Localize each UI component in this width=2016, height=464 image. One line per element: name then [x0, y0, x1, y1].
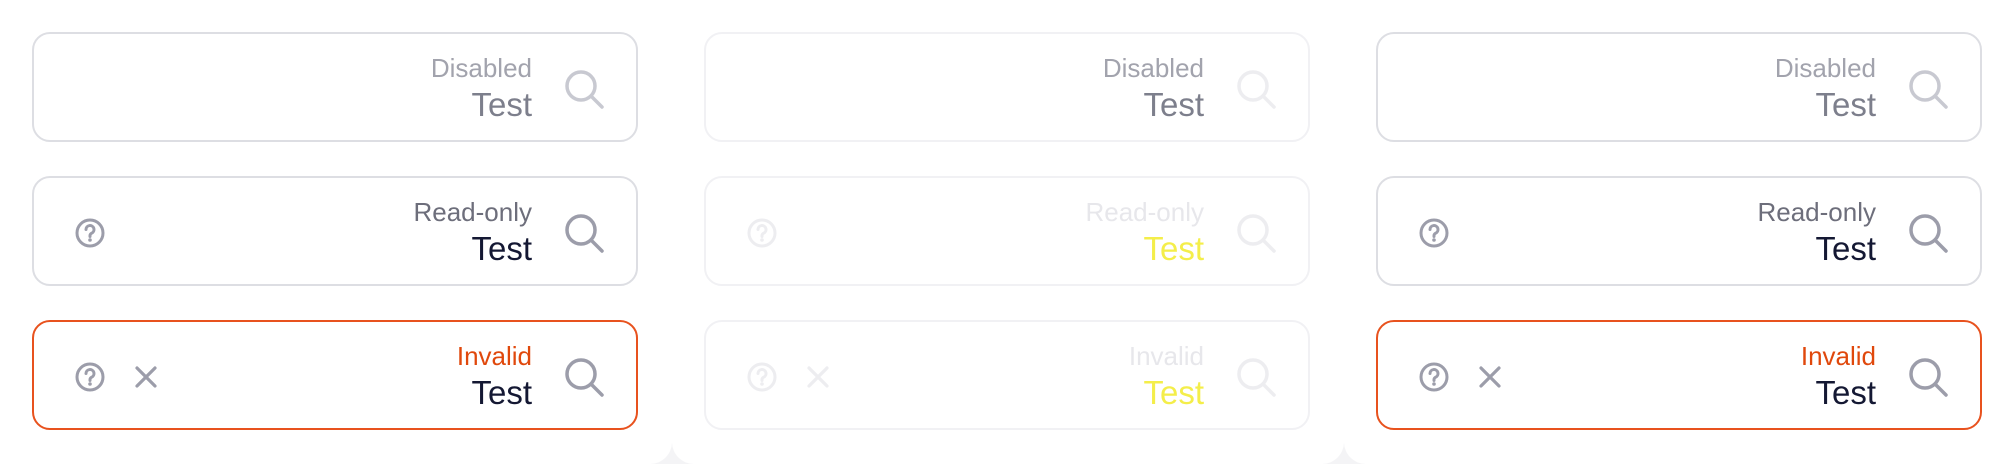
field-text: Invalid Test: [1801, 340, 1876, 414]
field-value: Test: [1143, 374, 1204, 411]
field-value: Test: [1815, 230, 1876, 267]
field-text: Invalid Test: [1129, 340, 1204, 414]
field-value: Test: [1815, 86, 1876, 123]
readonly-field[interactable]: Read-only Test: [32, 176, 638, 286]
search-icon[interactable]: [562, 355, 606, 399]
help-circle-icon[interactable]: [74, 361, 106, 393]
field-label: Disabled: [1774, 53, 1876, 83]
panel-right: Disabled Test Read-only Test Invalid Tes…: [1344, 0, 2016, 464]
help-circle-icon[interactable]: [74, 217, 106, 249]
field-label: Disabled: [1102, 53, 1204, 83]
field-value: Test: [471, 86, 532, 123]
field-label: Invalid: [1128, 341, 1204, 371]
readonly-field: Read-only Test: [704, 176, 1310, 286]
search-icon[interactable]: [562, 211, 606, 255]
field-text: Disabled Test: [1103, 52, 1204, 126]
field-label: Read-only: [413, 197, 532, 227]
search-icon: [565, 70, 604, 109]
field-value: Test: [471, 374, 532, 411]
field-label: Invalid: [456, 341, 532, 371]
field-value: Test: [1143, 86, 1204, 123]
help-circle-icon[interactable]: [1418, 217, 1450, 249]
invalid-field: Invalid Test: [704, 320, 1310, 430]
readonly-field[interactable]: Read-only Test: [1376, 176, 1982, 286]
field-value: Test: [1815, 374, 1876, 411]
field-text: Read-only Test: [1757, 196, 1876, 270]
panel-middle: Disabled Test Read-only Test Invalid Tes…: [672, 0, 1344, 464]
search-icon: [1237, 214, 1276, 253]
disabled-field: Disabled Test: [32, 32, 638, 142]
field-text: Read-only Test: [413, 196, 532, 270]
disabled-field: Disabled Test: [704, 32, 1310, 142]
help-circle-icon[interactable]: [1418, 361, 1450, 393]
field-label: Read-only: [1757, 197, 1876, 227]
search-icon[interactable]: [1906, 211, 1950, 255]
invalid-field[interactable]: Invalid Test: [1376, 320, 1982, 430]
help-circle-icon: [747, 362, 777, 392]
field-label: Disabled: [430, 53, 532, 83]
field-value: Test: [1143, 230, 1204, 267]
field-value: Test: [471, 230, 532, 267]
invalid-field[interactable]: Invalid Test: [32, 320, 638, 430]
close-icon[interactable]: [1474, 361, 1506, 393]
close-icon: [807, 366, 829, 388]
search-icon: [1909, 70, 1948, 109]
field-text: Disabled Test: [1775, 52, 1876, 126]
field-text: Read-only Test: [1085, 196, 1204, 270]
search-icon: [1237, 358, 1276, 397]
field-text: Invalid Test: [457, 340, 532, 414]
search-icon: [1237, 70, 1276, 109]
search-icon[interactable]: [1906, 355, 1950, 399]
field-label: Invalid: [1800, 341, 1876, 371]
help-circle-icon: [747, 218, 777, 248]
disabled-field: Disabled Test: [1376, 32, 1982, 142]
panel-left: Disabled Test Read-only Test Invalid Tes…: [0, 0, 672, 464]
field-label: Read-only: [1085, 197, 1204, 227]
close-icon[interactable]: [130, 361, 162, 393]
field-text: Disabled Test: [431, 52, 532, 126]
